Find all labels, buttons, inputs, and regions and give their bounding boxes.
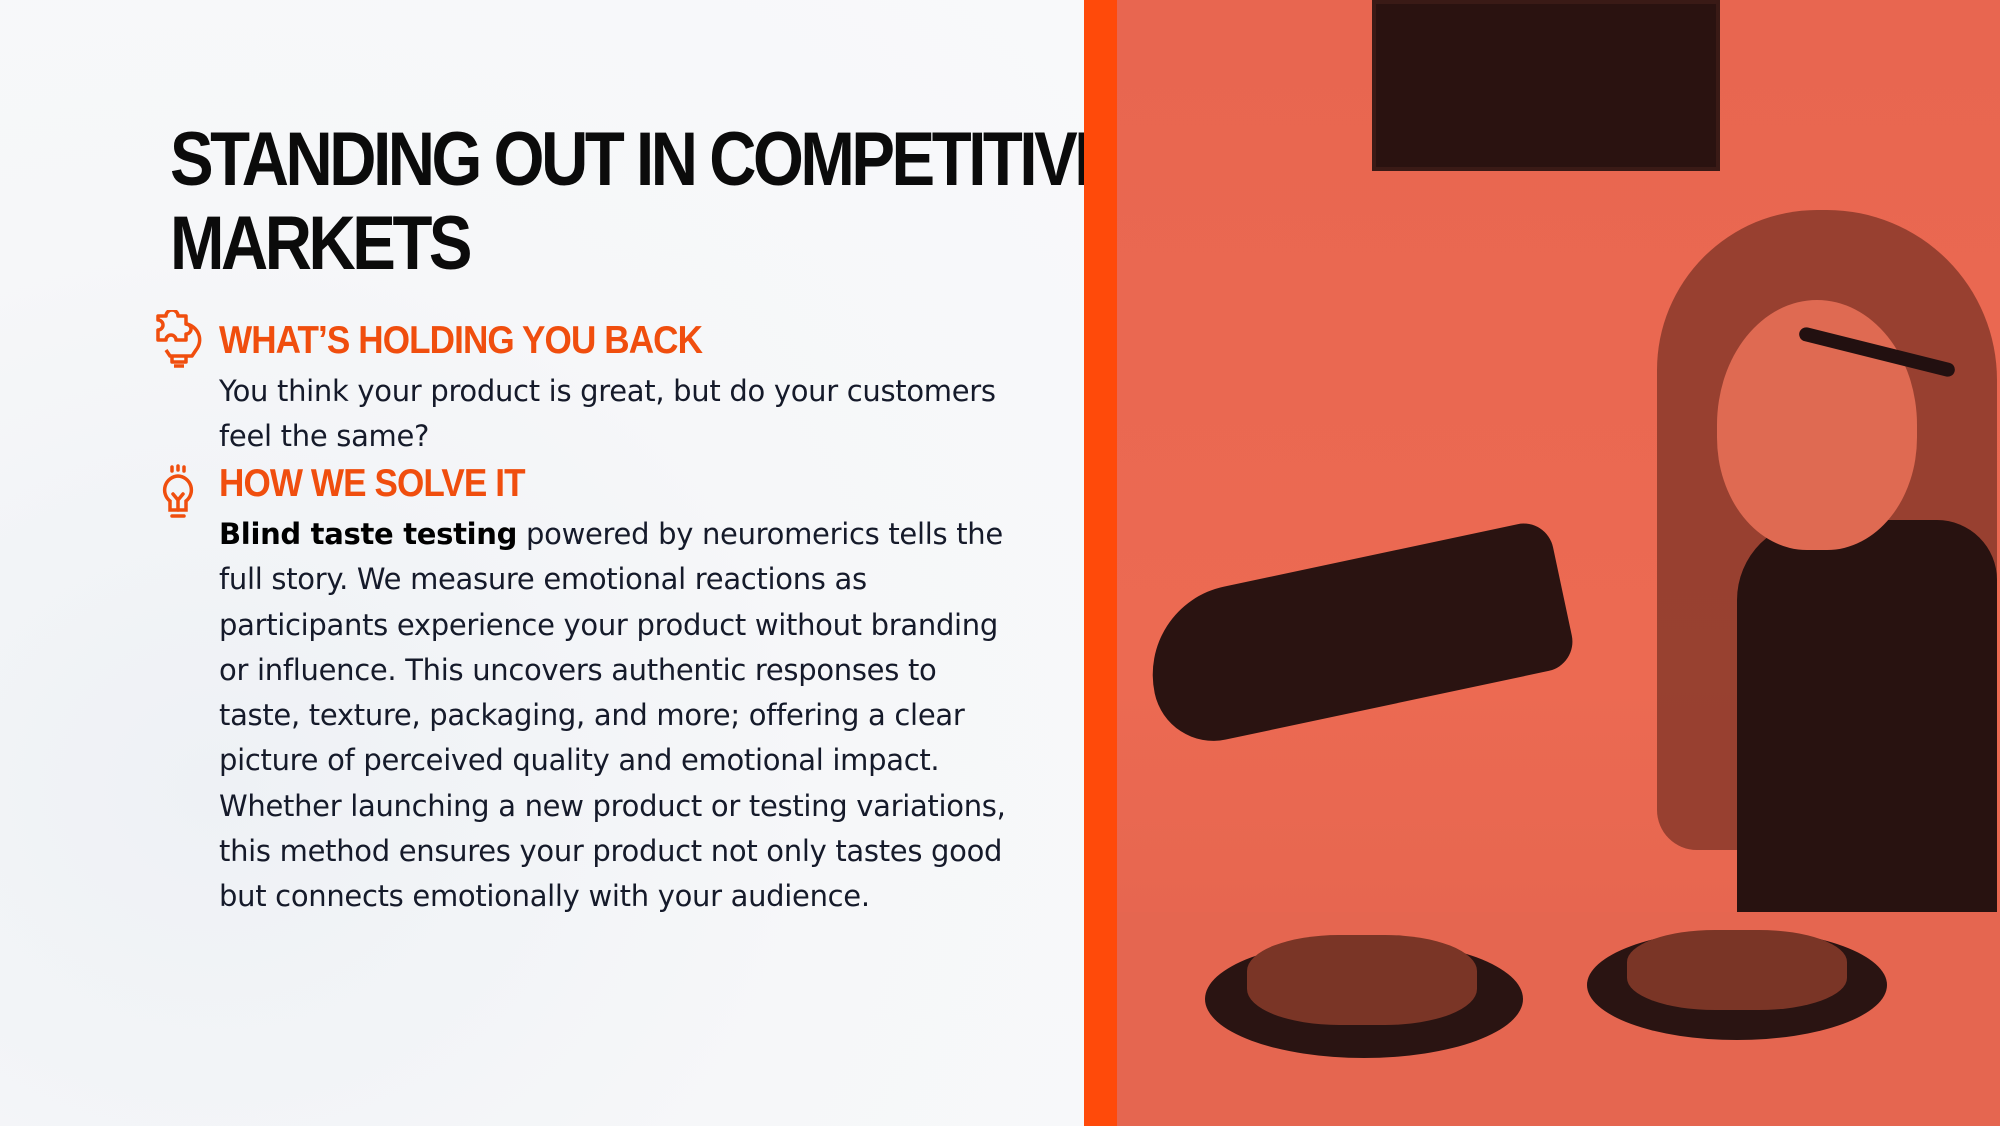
photo-food-right <box>1627 930 1847 1010</box>
body-line: participants experience your product wit… <box>219 607 998 642</box>
section-body-problem: You think your product is great, but do … <box>219 369 996 460</box>
section-heading-solution: HOW WE SOLVE IT <box>219 462 526 505</box>
puzzle-brain-lightbulb-icon <box>156 310 202 368</box>
accent-divider-bar <box>1084 0 1117 1126</box>
photo-person-torso <box>1737 520 1997 920</box>
section-heading-problem: WHAT’S HOLDING YOU BACK <box>219 319 703 362</box>
page-title-line: STANDING OUT IN COMPETITIVE <box>170 117 1118 202</box>
body-line: Blind taste testing powered by neuromeri… <box>219 512 1006 557</box>
body-line: Whether launching a new product or testi… <box>219 788 1006 823</box>
body-line: taste, texture, packaging, and more; off… <box>219 698 965 733</box>
photo-food-left <box>1247 935 1477 1025</box>
body-line: picture of perceived quality and emotion… <box>219 743 940 778</box>
body-line: feel the same? <box>219 419 430 454</box>
photo-person-arm <box>1135 517 1579 753</box>
page-title: STANDING OUT IN COMPETITIVE MARKETS <box>170 117 1118 286</box>
taste-test-photo <box>1117 0 2000 1126</box>
bold-lead: Blind taste testing <box>219 517 518 551</box>
body-line: You think your product is great, but do … <box>219 374 996 408</box>
lightbulb-icon <box>162 464 194 518</box>
body-line: but connects emotionally with your audie… <box>219 879 870 914</box>
wall-frame <box>1372 0 1720 171</box>
body-text: powered by neuromerics tells the <box>517 517 1003 551</box>
body-line: this method ensures your product not onl… <box>219 834 1003 869</box>
page-title-line: MARKETS <box>170 201 473 286</box>
body-line: full story. We measure emotional reactio… <box>219 562 867 597</box>
body-line: or influence. This uncovers authentic re… <box>219 652 937 687</box>
section-body-solution: Blind taste testing powered by neuromeri… <box>219 512 1006 920</box>
